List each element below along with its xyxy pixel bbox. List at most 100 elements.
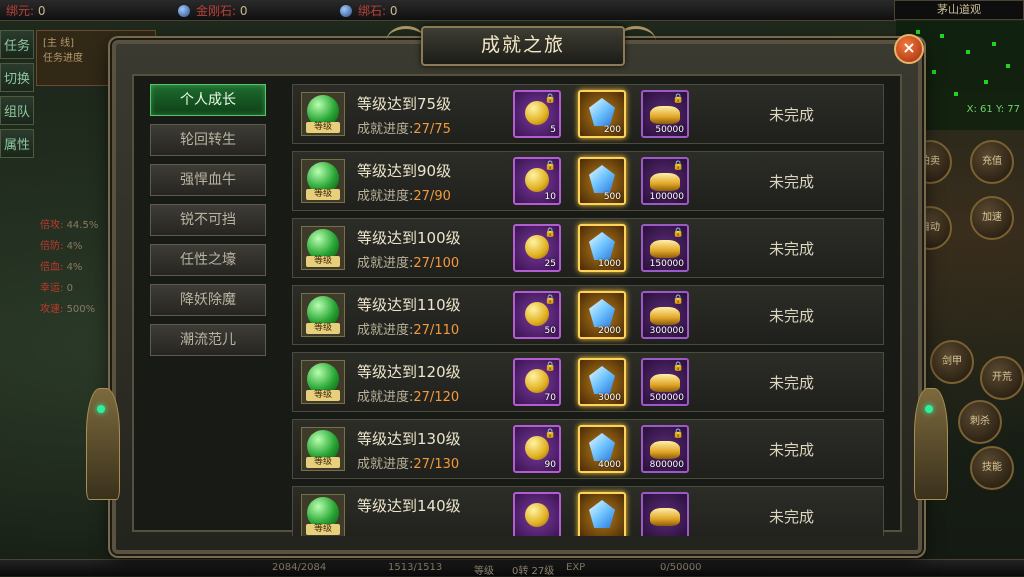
reward-coin-icon[interactable]: 🔒 10 [513,157,561,205]
level-badge-icon: 等级 [301,494,345,536]
left-side-tabs: 任务 切换 组队 属性 [0,30,34,162]
reward-ingot-icon[interactable]: 🔒 300000 [641,291,689,339]
reward-gem-icon[interactable]: 2000 [578,291,626,339]
lock-icon: 🔒 [544,362,556,372]
skill-assassin-button[interactable]: 刺杀 [958,400,1002,444]
achievement-status: 未完成 [769,374,815,392]
mp-value: 1513/1513 [388,562,443,573]
lock-icon: 🔒 [544,295,556,305]
close-button[interactable]: × [894,34,924,64]
achievement-row: 等级 等级达到110级 成就进度:27/110 🔒 50 2000 🔒 300000… [292,285,884,345]
reward-ingot-icon[interactable]: 🔒 50000 [641,90,689,138]
skill-open-button[interactable]: 开荒 [980,356,1024,400]
resource-bound-yuan: 绑元: 0 [6,4,46,18]
lock-icon: 🔒 [672,362,684,372]
lock-icon: 🔒 [672,228,684,238]
skill-extra-button[interactable]: 技能 [970,446,1014,490]
achievement-title: 等级达到75级 [357,95,452,113]
reward-ingot-icon[interactable] [641,492,689,536]
menu-unstoppable[interactable]: 锐不可挡 [150,204,266,236]
level-value: 0转 27级 [512,566,555,577]
resource-diamond: 金刚石: 0 [178,2,248,19]
lock-icon: 🔒 [672,94,684,104]
menu-tough-hp[interactable]: 强悍血牛 [150,164,266,196]
achievement-title: 等级达到130级 [357,430,461,448]
top-resource-bar: 绑元: 0 金刚石: 0 绑石: 0 [0,0,1024,21]
achievement-dialog: 成就之旅 × 个人成长 轮回转生 强悍血牛 锐不可挡 任性之壕 降妖除魔 潮流范… [86,26,948,554]
achievement-row: 等级 等级达到100级 成就进度:27/100 🔒 25 1000 🔒 150000… [292,218,884,278]
reward-ingot-icon[interactable]: 🔒 500000 [641,358,689,406]
reward-coin-icon[interactable]: 🔒 50 [513,291,561,339]
reward-ingot-icon[interactable]: 🔒 150000 [641,224,689,272]
reward-gem-icon[interactable]: 200 [578,90,626,138]
dialog-title: 成就之旅 [421,26,625,66]
lock-icon: 🔒 [672,295,684,305]
lock-icon: 🔒 [544,228,556,238]
reward-gem-icon[interactable]: 4000 [578,425,626,473]
hp-value: 2084/2084 [272,562,327,573]
menu-demon-slayer[interactable]: 降妖除魔 [150,284,266,316]
dragon-statue-left-icon [86,388,120,500]
achievement-status: 未完成 [769,173,815,191]
achievement-progress: 成就进度:27/90 [357,189,451,204]
menu-trendy[interactable]: 潮流范儿 [150,324,266,356]
menu-personal-growth[interactable]: 个人成长 [150,84,266,116]
exp-label: EXP [566,562,586,573]
skill-sword-button[interactable]: 剑甲 [930,340,974,384]
achievement-title: 等级达到120级 [357,363,461,381]
ornament-left-icon [386,26,426,57]
skill-recharge-button[interactable]: 充值 [970,140,1014,184]
achievement-status: 未完成 [769,307,815,325]
tab-switch[interactable]: 切换 [0,63,34,92]
reward-coin-icon[interactable]: 🔒 25 [513,224,561,272]
tab-team[interactable]: 组队 [0,96,34,125]
dialog-content: 个人成长 轮回转生 强悍血牛 锐不可挡 任性之壕 降妖除魔 潮流范儿 等级 等级… [132,74,902,536]
reward-coin-icon[interactable]: 🔒 70 [513,358,561,406]
level-badge-icon: 等级 [301,427,345,471]
dragon-statue-right-icon [914,388,948,500]
achievement-progress: 成就进度:27/110 [357,323,460,338]
achievement-status: 未完成 [769,106,815,124]
achievement-title: 等级达到100级 [357,229,461,247]
level-badge-icon: 等级 [301,226,345,270]
lock-icon: 🔒 [544,94,556,104]
achievement-row: 等级 等级达到75级 成就进度:27/75 🔒 5 200 🔒 50000 未完成 [292,84,884,144]
lock-icon: 🔒 [672,161,684,171]
reward-ingot-icon[interactable]: 🔒 100000 [641,157,689,205]
level-badge-icon: 等级 [301,159,345,203]
reward-gem-icon[interactable] [578,492,626,536]
reward-coin-icon[interactable] [513,492,561,536]
tab-tasks[interactable]: 任务 [0,30,34,59]
achievement-progress: 成就进度:27/130 [357,457,460,472]
tab-attributes[interactable]: 属性 [0,129,34,158]
achievement-progress: 成就进度:27/100 [357,256,460,271]
achievement-status: 未完成 [769,441,815,459]
level-badge-icon: 等级 [301,92,345,136]
skill-speed-button[interactable]: 加速 [970,196,1014,240]
resource-bound-stone: 绑石: 0 [340,2,398,19]
menu-reincarnation[interactable]: 轮回转生 [150,124,266,156]
exp-value: 0/50000 [660,562,702,573]
achievement-title: 等级达到90级 [357,162,452,180]
reward-gem-icon[interactable]: 1000 [578,224,626,272]
reward-ingot-icon[interactable]: 🔒 800000 [641,425,689,473]
achievement-row: 等级 等级达到90级 成就进度:27/90 🔒 10 500 🔒 100000 未完… [292,151,884,211]
lock-icon: 🔒 [544,161,556,171]
stone-icon [340,5,352,17]
menu-rich[interactable]: 任性之壕 [150,244,266,276]
reward-gem-icon[interactable]: 3000 [578,358,626,406]
achievement-progress: 成就进度:27/75 [357,122,451,137]
achievement-row: 等级 等级达到130级 成就进度:27/130 🔒 90 4000 🔒 800000… [292,419,884,479]
level-badge-icon: 等级 [301,360,345,404]
character-stats: 倍攻: 44.5% 倍防: 4% 倍血: 4% 幸运: 0 攻速: 500% [40,220,99,315]
diamond-icon [178,5,190,17]
achievement-progress: 成就进度:27/120 [357,390,460,405]
achievement-title: 等级达到110级 [357,296,461,314]
reward-coin-icon[interactable]: 🔒 90 [513,425,561,473]
achievement-list[interactable]: 等级 等级达到75级 成就进度:27/75 🔒 5 200 🔒 50000 未完成 … [292,84,884,536]
reward-gem-icon[interactable]: 500 [578,157,626,205]
level-label: 等级 [474,566,494,577]
achievement-title: 等级达到140级 [357,497,461,515]
achievement-status: 未完成 [769,508,815,526]
reward-coin-icon[interactable]: 🔒 5 [513,90,561,138]
